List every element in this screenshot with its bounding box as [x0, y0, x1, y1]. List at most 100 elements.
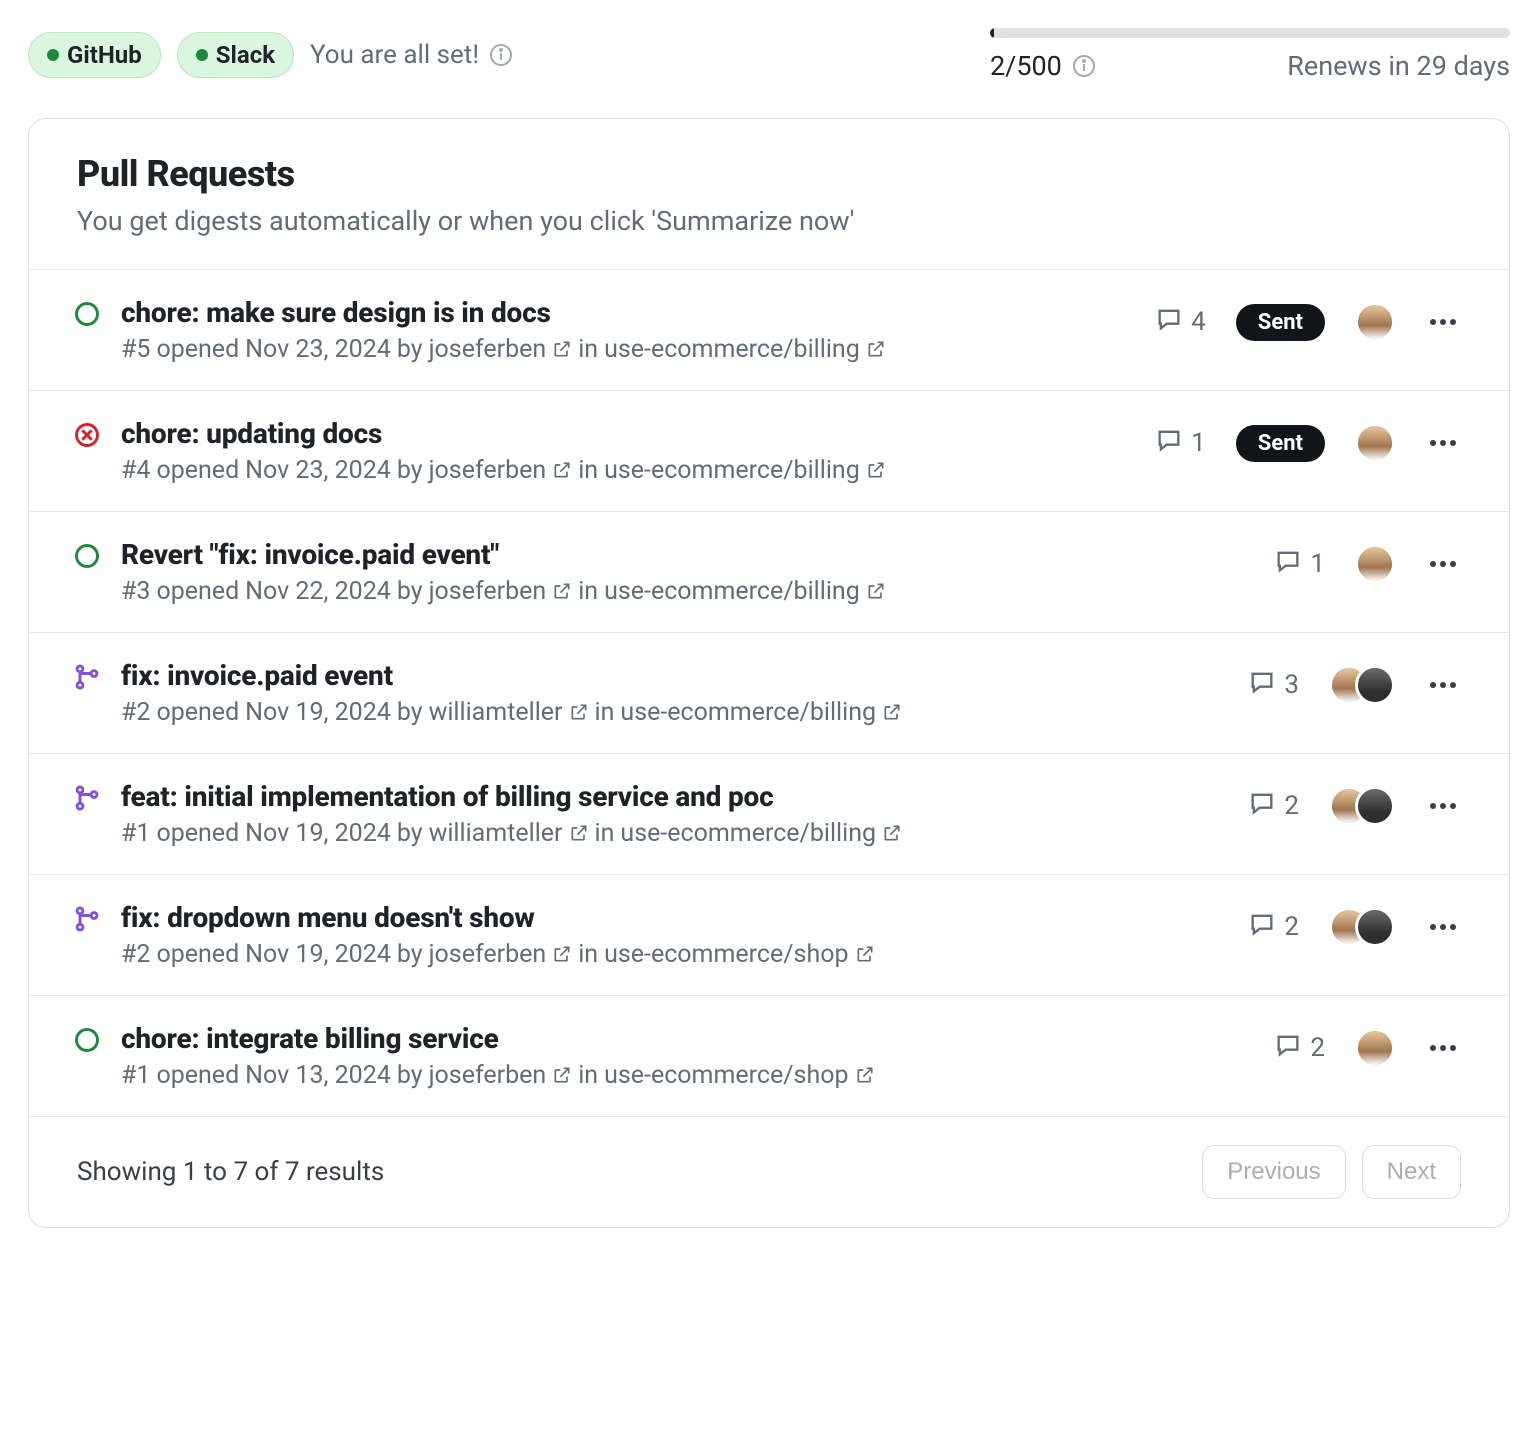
pr-author-link[interactable]: joseferben [429, 456, 547, 485]
avatar[interactable] [1355, 665, 1395, 705]
external-link-icon[interactable] [882, 819, 902, 848]
external-link-icon[interactable] [552, 1061, 572, 1090]
pager: Previous Next [1202, 1145, 1461, 1199]
pr-repo-link[interactable]: use-ecommerce/billing [604, 335, 860, 364]
comment-icon [1248, 910, 1276, 945]
usage-renews: Renews in 29 days [1287, 50, 1510, 82]
avatar-stack[interactable] [1355, 423, 1395, 463]
external-link-icon[interactable] [552, 940, 572, 969]
more-actions-button[interactable] [1425, 1030, 1461, 1066]
pr-author-link[interactable]: joseferben [429, 940, 547, 969]
integration-chip-github[interactable]: GitHub [28, 32, 161, 78]
previous-button[interactable]: Previous [1202, 1145, 1345, 1199]
pr-row[interactable]: feat: initial implementation of billing … [29, 753, 1509, 874]
avatar[interactable] [1355, 544, 1395, 584]
avatar[interactable] [1355, 786, 1395, 826]
pr-author-link[interactable]: joseferben [429, 335, 547, 364]
avatar[interactable] [1355, 907, 1395, 947]
info-icon[interactable] [1072, 54, 1096, 78]
more-actions-button[interactable] [1425, 304, 1461, 340]
pr-title[interactable]: feat: initial implementation of billing … [121, 780, 1230, 813]
pr-repo-link[interactable]: use-ecommerce/billing [620, 819, 876, 848]
pr-meta: #1 opened Nov 19, 2024 by williamteller … [121, 819, 1230, 848]
avatar[interactable] [1355, 1028, 1395, 1068]
comments-count[interactable]: 2 [1248, 789, 1299, 824]
panel-subtitle: You get digests automatically or when yo… [77, 205, 1461, 237]
pr-title[interactable]: chore: integrate billing service [121, 1022, 1256, 1055]
info-icon[interactable] [489, 43, 513, 67]
comments-count[interactable]: 3 [1248, 668, 1299, 703]
comments-count[interactable]: 1 [1274, 547, 1325, 582]
avatar[interactable] [1355, 423, 1395, 463]
external-link-icon[interactable] [552, 456, 572, 485]
pr-actions: 4Sent [1155, 296, 1461, 342]
pr-body: chore: updating docs#4 opened Nov 23, 20… [121, 417, 1137, 485]
pr-meta: #3 opened Nov 22, 2024 by joseferben in … [121, 577, 1256, 606]
pr-actions: 2 [1274, 1022, 1461, 1068]
pr-repo-link[interactable]: use-ecommerce/billing [620, 698, 876, 727]
external-link-icon[interactable] [866, 335, 886, 364]
more-actions-button[interactable] [1425, 425, 1461, 461]
top-bar: GitHub Slack You are all set! 2/500 Rene… [28, 28, 1510, 82]
pr-row[interactable]: Revert "fix: invoice.paid event" #3 opene… [29, 511, 1509, 632]
pr-repo-link[interactable]: use-ecommerce/shop [604, 940, 848, 969]
external-link-icon[interactable] [866, 577, 886, 606]
next-button[interactable]: Next [1362, 1145, 1461, 1199]
comment-icon [1248, 668, 1276, 703]
avatar-stack[interactable] [1355, 1028, 1395, 1068]
pr-number: #2 [121, 698, 150, 727]
external-link-icon[interactable] [552, 335, 572, 364]
avatar-stack[interactable] [1329, 786, 1395, 826]
comment-icon [1274, 1031, 1302, 1066]
comments-count[interactable]: 2 [1248, 910, 1299, 945]
pr-row[interactable]: chore: updating docs#4 opened Nov 23, 20… [29, 390, 1509, 511]
pr-actions: 2 [1248, 901, 1461, 947]
avatar-stack[interactable] [1355, 302, 1395, 342]
pr-repo-link[interactable]: use-ecommerce/shop [604, 1061, 848, 1090]
more-actions-button[interactable] [1425, 667, 1461, 703]
avatar-stack[interactable] [1329, 907, 1395, 947]
more-actions-button[interactable] [1425, 909, 1461, 945]
integration-chip-slack[interactable]: Slack [177, 32, 294, 78]
pr-row[interactable]: chore: integrate billing service #1 opene… [29, 995, 1509, 1116]
avatar-stack[interactable] [1355, 544, 1395, 584]
comments-count[interactable]: 1 [1155, 426, 1206, 461]
sent-badge: Sent [1236, 425, 1325, 462]
external-link-icon[interactable] [569, 819, 589, 848]
results-summary: Showing 1 to 7 of 7 results [77, 1157, 384, 1187]
usage-count: 2/500 [990, 50, 1062, 82]
pr-author-link[interactable]: joseferben [429, 577, 547, 606]
pr-merged-icon [71, 659, 103, 691]
comments-count[interactable]: 2 [1274, 1031, 1325, 1066]
pr-open-icon [71, 296, 103, 328]
pr-repo-link[interactable]: use-ecommerce/billing [604, 577, 860, 606]
avatar-stack[interactable] [1329, 665, 1395, 705]
pr-author-link[interactable]: williamteller [429, 698, 563, 727]
pr-title[interactable]: chore: updating docs [121, 417, 1137, 450]
pr-title[interactable]: fix: invoice.paid event [121, 659, 1230, 692]
pr-author-link[interactable]: joseferben [429, 1061, 547, 1090]
external-link-icon[interactable] [866, 456, 886, 485]
pr-meta: #2 opened Nov 19, 2024 by joseferben in … [121, 940, 1230, 969]
external-link-icon[interactable] [855, 940, 875, 969]
pr-row[interactable]: fix: invoice.paid event#2 opened Nov 19,… [29, 632, 1509, 753]
pr-row[interactable]: chore: make sure design is in docs#5 ope… [29, 269, 1509, 390]
external-link-icon[interactable] [855, 1061, 875, 1090]
external-link-icon[interactable] [569, 698, 589, 727]
comments-count[interactable]: 4 [1155, 305, 1206, 340]
external-link-icon[interactable] [882, 698, 902, 727]
more-actions-button[interactable] [1425, 788, 1461, 824]
more-actions-button[interactable] [1425, 546, 1461, 582]
avatar[interactable] [1355, 302, 1395, 342]
pr-title[interactable]: Revert "fix: invoice.paid event" [121, 538, 1256, 571]
pr-row[interactable]: fix: dropdown menu doesn't show #2 opened… [29, 874, 1509, 995]
external-link-icon[interactable] [552, 577, 572, 606]
pr-date: Nov 19, 2024 [245, 940, 391, 969]
pr-title[interactable]: fix: dropdown menu doesn't show [121, 901, 1230, 934]
pr-meta: #1 opened Nov 13, 2024 by joseferben in … [121, 1061, 1256, 1090]
pr-title[interactable]: chore: make sure design is in docs [121, 296, 1137, 329]
pr-repo-link[interactable]: use-ecommerce/billing [604, 456, 860, 485]
pr-merged-icon [71, 780, 103, 812]
pr-date: Nov 13, 2024 [245, 1061, 391, 1090]
pr-author-link[interactable]: williamteller [429, 819, 563, 848]
